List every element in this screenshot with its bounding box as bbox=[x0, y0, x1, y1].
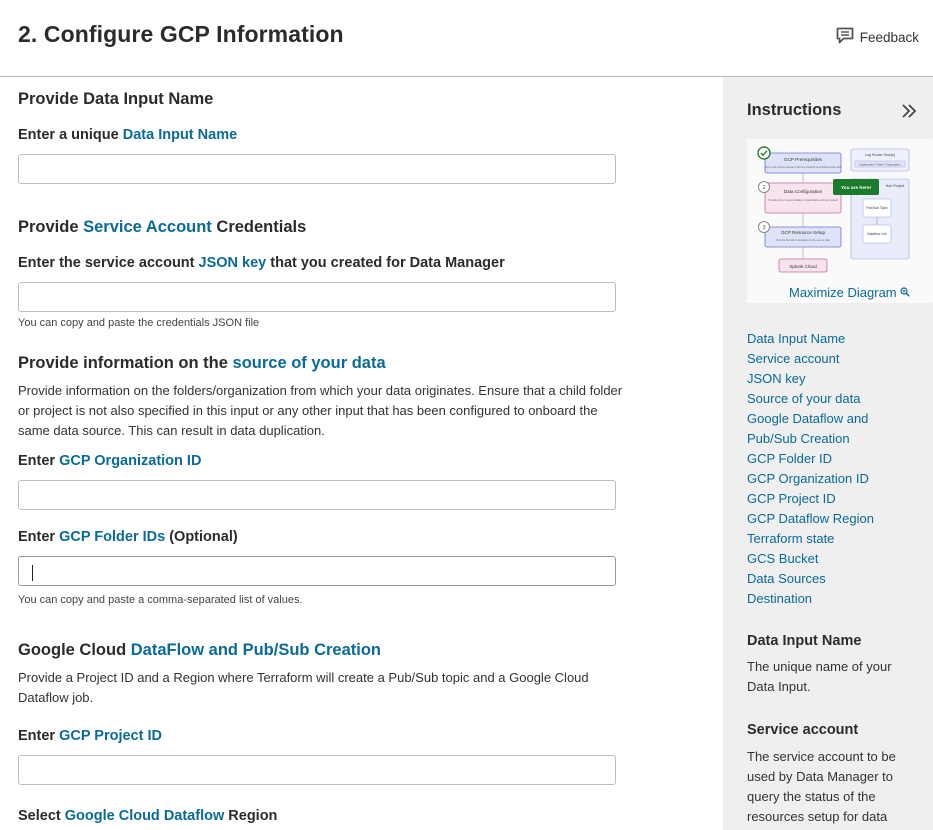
service-account-link[interactable]: Service Account bbox=[83, 218, 212, 236]
nav-link-data-input-name[interactable]: Data Input Name bbox=[747, 329, 874, 349]
section-data-source: Provide information on the source of you… bbox=[18, 354, 386, 372]
nav-link-gcp-folder-id[interactable]: GCP Folder ID bbox=[747, 449, 874, 469]
gcp-folder-ids-field[interactable] bbox=[18, 556, 616, 586]
sidebar-section-service-account-body: The service account to be used by Data M… bbox=[747, 749, 896, 824]
data-input-name-field[interactable] bbox=[18, 154, 616, 184]
dataflow-region-link[interactable]: Google Cloud Dataflow bbox=[65, 808, 225, 824]
nav-link-gcp-organization-id[interactable]: GCP Organization ID bbox=[747, 469, 874, 489]
page-title: 2. Configure GCP Information bbox=[18, 21, 344, 47]
dataflow-description: Provide a Project ID and a Region where … bbox=[18, 670, 589, 705]
nav-link-data-sources[interactable]: Data Sources bbox=[747, 569, 874, 589]
gcp-project-id-label: Enter GCP Project ID bbox=[18, 728, 162, 744]
diagram-step2-text: Provide info on source folders / organiz… bbox=[768, 198, 838, 202]
data-source-description: Provide information on the folders/organ… bbox=[18, 383, 623, 438]
gcp-organization-id-label: Enter GCP Organization ID bbox=[18, 453, 202, 469]
nav-link-dataflow-pubsub[interactable]: Google Dataflow and bbox=[747, 409, 874, 429]
section-service-account: Provide Service Account Credentials bbox=[18, 218, 307, 236]
sidebar-section-data-input-name-body: The unique name of your Data Input. bbox=[747, 659, 892, 694]
diagram-hub-project-label: Hub Project bbox=[886, 184, 905, 188]
text-cursor bbox=[32, 565, 33, 581]
data-input-name-link[interactable]: Data Input Name bbox=[123, 127, 237, 143]
gcp-folder-ids-help: You can copy and paste a comma-separated… bbox=[18, 594, 303, 606]
you-are-here-badge: You are here! bbox=[841, 185, 872, 191]
data-input-name-label: Enter a unique Data Input Name bbox=[18, 127, 238, 143]
nav-link-dataflow-pubsub-cont[interactable]: Pub/Sub Creation bbox=[747, 429, 874, 449]
svg-text:2: 2 bbox=[762, 185, 765, 191]
nav-link-gcp-project-id[interactable]: GCP Project ID bbox=[747, 489, 874, 509]
collapse-sidebar-button[interactable] bbox=[901, 99, 917, 125]
feedback-label: Feedback bbox=[859, 29, 919, 45]
config-form: Provide Data Input Name Enter a unique D… bbox=[0, 77, 722, 830]
zoom-in-icon bbox=[900, 285, 910, 300]
sidebar-section-data-input-name: Data Input Name bbox=[747, 633, 862, 649]
svg-text:3: 3 bbox=[762, 225, 765, 231]
dataflow-pubsub-link[interactable]: DataFlow and Pub/Sub Creation bbox=[131, 641, 381, 659]
gcp-organization-id-field[interactable] bbox=[18, 480, 616, 510]
diagram-pubsub-label: Pub/Sub Topic bbox=[866, 206, 888, 210]
page-header: 2. Configure GCP Information Feedback bbox=[0, 0, 933, 77]
feedback-icon bbox=[836, 27, 854, 47]
diagram-step3-label: GCP Resource Setup bbox=[781, 230, 826, 235]
diagram-step3-text: Run the Terraform template on the source… bbox=[776, 238, 830, 242]
diagram-final-label: Splunk Cloud bbox=[789, 264, 817, 269]
nav-link-gcp-dataflow-region[interactable]: GCP Dataflow Region bbox=[747, 509, 874, 529]
json-key-label: Enter the service account JSON key that … bbox=[18, 255, 505, 271]
diagram-dataflow-label: Dataflow Job bbox=[867, 232, 887, 236]
diagram-step2-label: Data Configuration bbox=[784, 189, 823, 194]
double-chevron-right-icon bbox=[901, 99, 917, 124]
gcp-folder-ids-label: Enter GCP Folder IDs (Optional) bbox=[18, 529, 238, 545]
section-dataflow-pubsub: Google Cloud DataFlow and Pub/Sub Creati… bbox=[18, 641, 382, 659]
gcp-organization-id-link[interactable]: GCP Organization ID bbox=[59, 453, 201, 469]
workflow-diagram[interactable]: GCP Prerequisites Set up the service acc… bbox=[747, 139, 933, 303]
diagram-step1-label: GCP Prerequisites bbox=[784, 157, 823, 162]
instructions-title: Instructions bbox=[747, 101, 842, 119]
diagram-step1-text: Set up the service account with the requ… bbox=[765, 165, 842, 169]
gcp-project-id-field[interactable] bbox=[18, 755, 616, 785]
gcp-project-id-link[interactable]: GCP Project ID bbox=[59, 728, 162, 744]
diagram-log-router-label: Log Router Sink(s) bbox=[865, 153, 895, 157]
json-key-link[interactable]: JSON key bbox=[199, 255, 267, 271]
sidebar-section-service-account: Service account bbox=[747, 722, 859, 738]
nav-link-terraform-state[interactable]: Terraform state bbox=[747, 529, 874, 549]
nav-link-service-account[interactable]: Service account bbox=[747, 349, 874, 369]
section-data-input-name: Provide Data Input Name bbox=[18, 90, 214, 108]
maximize-diagram-label: Maximize Diagram bbox=[789, 285, 897, 300]
gcp-folder-ids-link[interactable]: GCP Folder IDs bbox=[59, 529, 165, 545]
json-key-help: You can copy and paste the credentials J… bbox=[18, 317, 260, 329]
instructions-nav: Data Input Name Service account JSON key… bbox=[747, 329, 874, 609]
feedback-button[interactable]: Feedback bbox=[836, 27, 919, 47]
nav-link-gcs-bucket[interactable]: GCS Bucket bbox=[747, 549, 874, 569]
maximize-diagram-button[interactable]: Maximize Diagram bbox=[789, 285, 910, 300]
nav-link-json-key[interactable]: JSON key bbox=[747, 369, 874, 389]
workflow-diagram-svg: GCP Prerequisites Set up the service acc… bbox=[757, 146, 910, 273]
diagram-org-label: Organization / Folder / Organization bbox=[859, 163, 901, 167]
source-of-data-link[interactable]: source of your data bbox=[233, 354, 386, 372]
instructions-sidebar: Instructions GCP Prerequisites Set up th… bbox=[723, 77, 933, 830]
nav-link-destination[interactable]: Destination bbox=[747, 589, 874, 609]
nav-link-source-of-data[interactable]: Source of your data bbox=[747, 389, 874, 409]
json-key-field[interactable] bbox=[18, 282, 616, 312]
dataflow-region-label: Select Google Cloud Dataflow Region bbox=[18, 808, 278, 824]
